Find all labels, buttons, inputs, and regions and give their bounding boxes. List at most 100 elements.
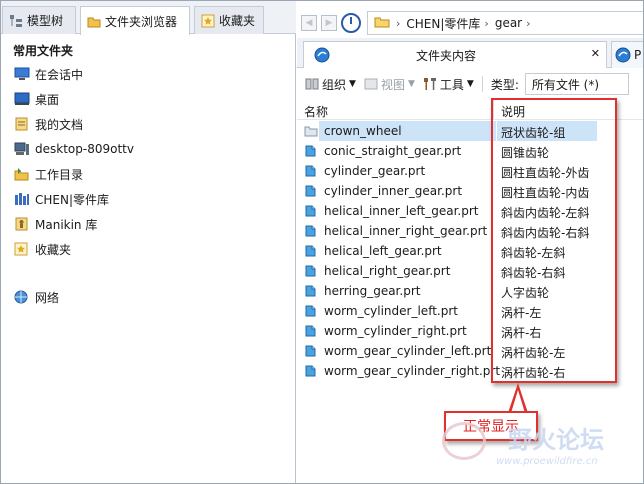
left-tab-bar: 模型树 文件夹浏览器 收藏夹 <box>0 0 296 35</box>
file-name: herring_gear.prt <box>324 284 421 298</box>
tab-label: 模型树 <box>27 14 64 28</box>
part-file-icon <box>304 324 317 337</box>
type-label: 类型: <box>490 77 519 92</box>
forward-button[interactable]: ▶ <box>321 15 337 31</box>
history-clock-icon[interactable] <box>341 13 361 33</box>
back-button[interactable]: ◀ <box>301 15 317 31</box>
breadcrumb-separator-icon: › <box>396 16 401 30</box>
favorites-icon <box>201 14 215 28</box>
organize-label: 组织 <box>322 77 347 92</box>
file-name: crown_wheel <box>324 124 402 138</box>
nav-item-in-session[interactable]: 在会话中 <box>14 64 83 84</box>
file-name: helical_inner_left_gear.prt <box>324 204 479 218</box>
common-folders-heading: 常用文件夹 <box>13 44 74 58</box>
nav-item-favorites[interactable]: 收藏夹 <box>14 239 71 259</box>
tab-preview[interactable]: P <box>611 41 644 68</box>
nav-item-work-directory[interactable]: 工作目录 <box>14 164 83 184</box>
part-file-icon <box>304 304 317 317</box>
folder-icon <box>374 15 390 31</box>
annotation-highlight-box <box>491 98 617 383</box>
nav-item-label: 我的文档 <box>35 117 84 132</box>
part-file-icon <box>304 244 317 257</box>
nav-item-network[interactable]: 网络 <box>14 287 59 307</box>
watermark-logo-icon <box>442 422 486 460</box>
tab-folder-contents[interactable]: 文件夹内容 ✕ <box>303 41 607 68</box>
part-file-icon <box>304 224 317 237</box>
part-file-icon <box>304 364 317 377</box>
tab-label: P <box>634 48 642 62</box>
breadcrumb-item[interactable]: gear <box>495 16 522 30</box>
tab-model-tree[interactable]: 模型树 <box>2 6 76 34</box>
nav-item-chen-library[interactable]: CHEN|零件库 <box>14 189 109 209</box>
part-file-icon <box>304 284 317 297</box>
views-icon <box>364 77 378 91</box>
desktop-icon <box>14 92 30 106</box>
nav-item-desktop[interactable]: 桌面 <box>14 89 59 109</box>
file-name: cylinder_inner_gear.prt <box>324 184 463 198</box>
views-label: 视图 <box>380 77 405 92</box>
nav-item-label: 网络 <box>35 290 60 305</box>
model-tree-icon <box>9 14 23 28</box>
part-file-icon <box>304 204 317 217</box>
tools-icon <box>423 77 437 91</box>
file-name: helical_inner_right_gear.prt <box>324 224 488 238</box>
file-name: helical_right_gear.prt <box>324 264 451 278</box>
watermark-title: 野火论坛 <box>508 426 604 454</box>
nav-item-label: 桌面 <box>35 92 60 107</box>
nav-item-computer[interactable]: desktop-809ottv <box>14 139 134 159</box>
forward-arrow-icon: ▶ <box>325 18 333 28</box>
nav-item-label: Manikin 库 <box>35 217 98 232</box>
part-file-icon <box>304 264 317 277</box>
address-bar: ◀ ▶ › CHEN|零件库 › gear › <box>297 10 644 36</box>
views-menu[interactable]: 视图 ▼ <box>364 76 415 93</box>
breadcrumb[interactable]: › CHEN|零件库 › gear › <box>367 11 644 35</box>
organize-menu[interactable]: 组织 ▼ <box>305 76 356 93</box>
callout-pointer-fill <box>511 390 525 413</box>
nav-item-my-documents[interactable]: 我的文档 <box>14 114 83 134</box>
nav-item-label: 在会话中 <box>35 67 84 82</box>
nav-item-label: desktop-809ottv <box>35 142 134 156</box>
library-icon <box>14 192 30 206</box>
watermark-url: www.proewildfire.cn <box>496 456 598 467</box>
file-name: cylinder_gear.prt <box>324 164 426 178</box>
file-name: worm_cylinder_left.prt <box>324 304 458 318</box>
folder-icon <box>304 124 318 137</box>
tools-menu[interactable]: 工具 ▼ <box>423 76 474 93</box>
file-name: worm_gear_cylinder_left.prt <box>324 344 492 358</box>
part-file-icon <box>304 344 317 357</box>
nav-item-manikin-library[interactable]: Manikin 库 <box>14 214 97 234</box>
browser-icon <box>615 47 631 63</box>
breadcrumb-separator-icon: › <box>526 16 531 30</box>
computer-icon <box>14 142 30 156</box>
toolbar: 组织 ▼ 视图 ▼ 工具 ▼ 类型: 所有文件 (*) <box>297 70 644 98</box>
chevron-down-icon: ▼ <box>407 79 415 89</box>
chevron-down-icon: ▼ <box>466 79 474 89</box>
folder-browser-icon <box>87 14 101 28</box>
nav-item-label: 工作目录 <box>35 167 84 182</box>
organize-icon <box>305 77 319 91</box>
file-name: helical_left_gear.prt <box>324 244 442 258</box>
tab-favorites[interactable]: 收藏夹 <box>194 6 264 34</box>
column-header-name[interactable]: 名称 <box>304 103 328 120</box>
monitor-icon <box>14 67 30 81</box>
tools-label: 工具 <box>439 77 464 92</box>
tab-label: 文件夹内容 <box>416 48 477 63</box>
back-arrow-icon: ◀ <box>305 18 313 28</box>
nav-item-label: CHEN|零件库 <box>35 192 110 207</box>
file-name: worm_gear_cylinder_right.prt <box>324 364 501 378</box>
manikin-library-icon <box>14 217 30 231</box>
close-tab-icon[interactable]: ✕ <box>591 47 600 60</box>
part-file-icon <box>304 184 317 197</box>
tab-folder-browser[interactable]: 文件夹浏览器 <box>80 6 190 35</box>
file-name: worm_cylinder_right.prt <box>324 324 467 338</box>
breadcrumb-item[interactable]: CHEN|零件库 <box>406 15 480 32</box>
nav-item-label: 收藏夹 <box>35 242 72 257</box>
watermark: 野火论坛 www.proewildfire.cn <box>440 420 640 480</box>
tab-label: 文件夹浏览器 <box>105 14 178 29</box>
favorites-icon <box>14 242 30 256</box>
work-directory-icon <box>14 167 30 181</box>
file-type-select[interactable]: 所有文件 (*) <box>524 73 629 95</box>
tab-label: 收藏夹 <box>219 14 256 28</box>
network-icon <box>14 290 30 304</box>
toolbar-separator <box>481 76 483 92</box>
